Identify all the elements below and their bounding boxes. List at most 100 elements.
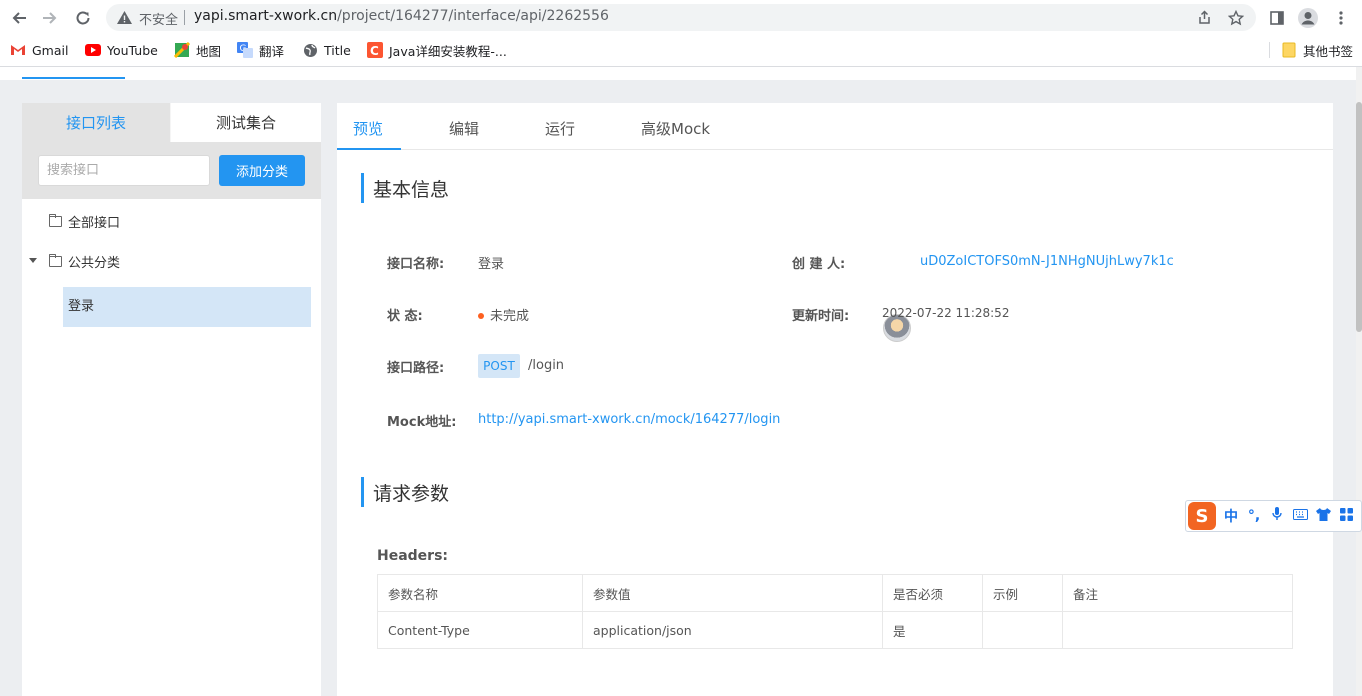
column-header: 是否必须 — [882, 574, 983, 612]
top-nav-strip — [0, 67, 1356, 80]
back-icon[interactable] — [8, 7, 30, 29]
star-icon[interactable] — [1227, 9, 1244, 26]
gmail-icon — [10, 42, 26, 58]
tab-run[interactable]: 运行 — [545, 118, 575, 139]
mock-label: Mock地址: — [387, 415, 457, 430]
ime-chinese-mode[interactable]: 中 — [1223, 506, 1239, 526]
bookmark-java[interactable]: C Java详细安装教程-... — [367, 40, 507, 60]
browser-toolbar: 不安全 yapi.smart-xwork.cn/project/164277/i… — [0, 0, 1362, 36]
method-badge: POST — [478, 354, 520, 378]
maps-icon — [174, 42, 190, 58]
column-header: 示例 — [982, 574, 1063, 612]
top-nav-active-indicator — [22, 77, 125, 79]
interface-sidebar: 接口列表 测试集合 添加分类 全部接口 公共分类 登录 — [22, 103, 321, 696]
bookmark-label: Title — [324, 42, 351, 58]
url-separator — [184, 10, 185, 25]
tree-item-label: 公共分类 — [68, 255, 121, 271]
updated-value: 2022-07-22 11:28:52 — [882, 306, 1010, 320]
profile-icon[interactable] — [1297, 7, 1319, 29]
tab-advanced-mock[interactable]: 高级Mock — [641, 118, 710, 139]
mock-url-link[interactable]: http://yapi.smart-xwork.cn/mock/164277/l… — [478, 412, 780, 427]
table-cell: Content-Type — [377, 611, 583, 649]
url-text[interactable]: yapi.smart-xwork.cn/project/164277/inter… — [194, 8, 609, 24]
page-scrollbar[interactable] — [1356, 67, 1362, 696]
scrollbar-thumb[interactable] — [1356, 102, 1362, 332]
creator-link[interactable]: uD0ZoICTOFS0mN-J1NHgNUjhLwy7k1c — [920, 254, 1174, 269]
bookmark-label: Java详细安装教程-... — [389, 43, 507, 59]
tab-edit[interactable]: 编辑 — [449, 118, 479, 139]
tab-test-collection[interactable]: 测试集合 — [171, 103, 321, 142]
tree-item-all[interactable]: 全部接口 — [49, 210, 120, 232]
bookmark-translate[interactable]: G 翻译 — [237, 40, 284, 60]
bookmark-other[interactable]: 其他书签 — [1281, 40, 1353, 60]
translate-icon: G — [237, 42, 253, 58]
forward-icon[interactable] — [39, 7, 61, 29]
status-value: 未完成 — [490, 309, 530, 324]
tab-active-indicator — [337, 148, 401, 150]
youtube-icon — [85, 42, 101, 58]
bookmarks-divider — [1269, 42, 1270, 58]
svg-text:C: C — [370, 44, 379, 58]
share-icon[interactable] — [1196, 9, 1213, 26]
tab-interface-list[interactable]: 接口列表 — [22, 103, 170, 142]
tree-item-api-login[interactable]: 登录 — [63, 287, 311, 327]
search-row: 添加分类 — [22, 142, 321, 199]
bookmarks-bar: Gmail YouTube 地图 G 翻译 Title C Java详细安装教程… — [0, 37, 1362, 63]
table-cell: 是 — [882, 611, 983, 649]
section-title-basic-info: 基本信息 — [361, 173, 449, 203]
column-header: 参数名称 — [377, 574, 583, 612]
bookmark-youtube[interactable]: YouTube — [85, 40, 158, 60]
menu-icon[interactable] — [1330, 7, 1352, 29]
mic-icon[interactable] — [1269, 507, 1285, 525]
search-input[interactable] — [38, 155, 210, 186]
browser-chrome: 不安全 yapi.smart-xwork.cn/project/164277/i… — [0, 0, 1362, 66]
sogou-logo-icon[interactable]: S — [1188, 502, 1216, 530]
reload-icon[interactable] — [72, 7, 94, 29]
column-header: 备注 — [1062, 574, 1293, 612]
add-category-button[interactable]: 添加分类 — [219, 155, 305, 186]
sidebar-tabs: 接口列表 测试集合 — [22, 103, 321, 142]
status-label: 状 态: — [387, 309, 423, 324]
table-cell — [982, 611, 1063, 649]
section-title-request-params: 请求参数 — [361, 477, 449, 507]
tree-item-category[interactable]: 公共分类 — [49, 250, 120, 272]
updated-label: 更新时间: — [792, 309, 850, 324]
table-row: Content-Type application/json 是 — [377, 611, 1293, 649]
folder-icon — [1281, 42, 1297, 58]
ime-toolbar[interactable]: S 中 °, — [1185, 500, 1362, 532]
page-content: 接口列表 测试集合 添加分类 全部接口 公共分类 登录 预览 编辑 运行 高级M… — [0, 67, 1356, 696]
column-header: 参数值 — [582, 574, 883, 612]
bookmark-label: 翻译 — [259, 43, 285, 59]
path-value: /login — [528, 358, 565, 373]
table-header-row: 参数名称 参数值 是否必须 示例 备注 — [377, 574, 1293, 612]
bookmark-title[interactable]: Title — [302, 40, 351, 60]
keyboard-icon[interactable] — [1292, 508, 1308, 524]
apps-icon[interactable] — [1338, 507, 1354, 525]
creator-label: 创 建 人: — [792, 257, 846, 272]
folder-icon — [49, 253, 62, 267]
bookmark-label: 地图 — [196, 43, 222, 59]
bookmark-maps[interactable]: 地图 — [174, 40, 221, 60]
name-label: 接口名称: — [387, 257, 445, 272]
interface-detail: 预览 编辑 运行 高级Mock 基本信息 接口名称: 登录 创 建 人: uD0… — [337, 103, 1333, 696]
caret-down-icon[interactable] — [29, 258, 37, 263]
folder-icon — [49, 213, 62, 227]
path-label: 接口路径: — [387, 361, 445, 376]
bookmark-gmail[interactable]: Gmail — [10, 40, 68, 60]
table-cell — [1062, 611, 1293, 649]
globe-icon — [302, 42, 318, 58]
shirt-icon[interactable] — [1315, 507, 1331, 525]
warning-icon[interactable] — [116, 9, 133, 26]
url-host: yapi.smart-xwork.cn — [194, 8, 338, 24]
tab-preview[interactable]: 预览 — [353, 118, 383, 139]
side-panel-icon[interactable] — [1266, 7, 1288, 29]
ime-punctuation[interactable]: °, — [1246, 508, 1262, 524]
address-bar[interactable]: 不安全 yapi.smart-xwork.cn/project/164277/i… — [106, 4, 1256, 31]
bookmark-label: YouTube — [107, 42, 158, 58]
detail-tabs: 预览 编辑 运行 高级Mock — [337, 103, 1333, 150]
insecure-label: 不安全 — [139, 13, 179, 28]
bookmark-label: 其他书签 — [1303, 43, 1354, 59]
table-cell: application/json — [582, 611, 883, 649]
url-path: /project/164277/interface/api/2262556 — [337, 8, 609, 24]
status-badge: 未完成 — [478, 305, 529, 324]
